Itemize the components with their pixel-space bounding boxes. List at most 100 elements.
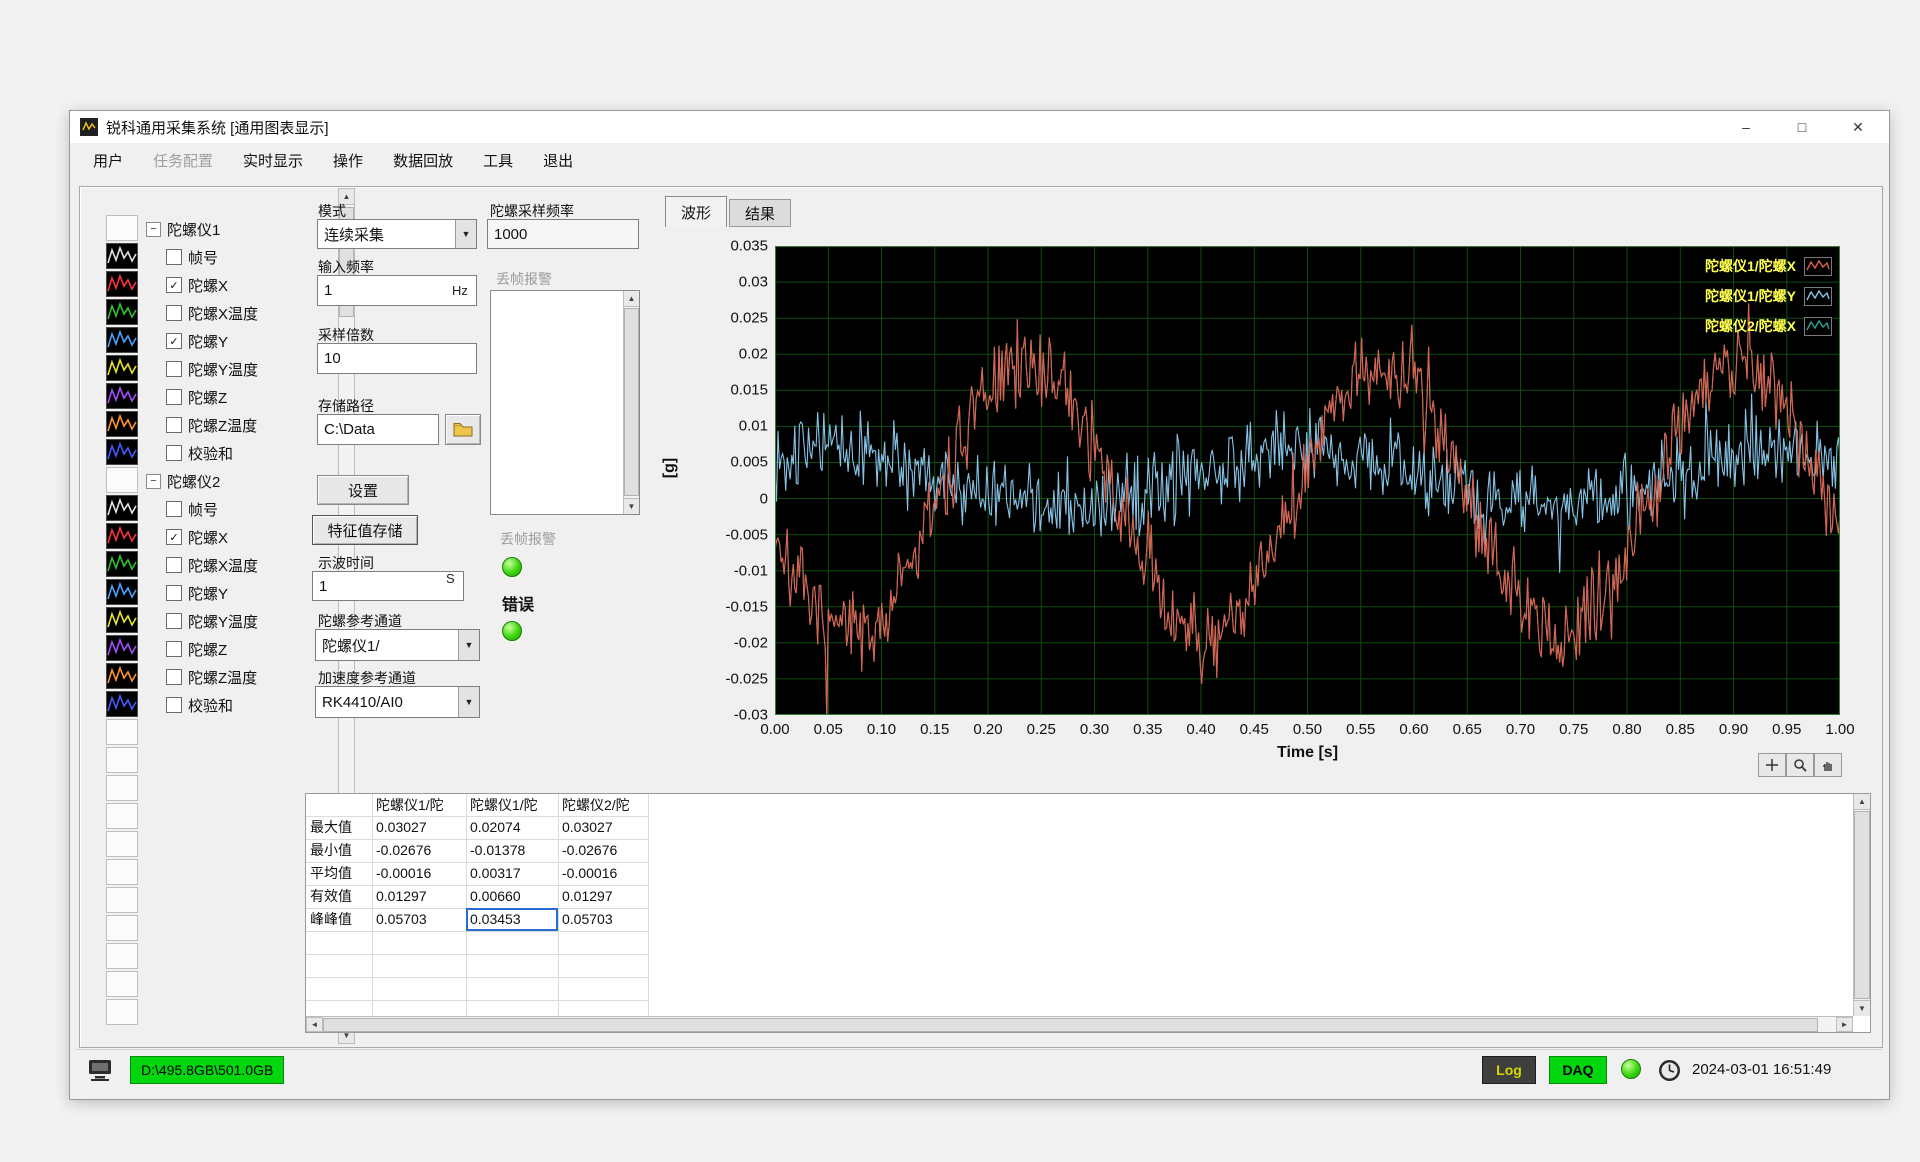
menu-item-3[interactable]: 操作 xyxy=(318,150,378,171)
tree-group[interactable]: −陀螺仪1 xyxy=(144,215,334,243)
tree-channel-label: 陀螺Y xyxy=(188,331,228,352)
table-vscrollbar[interactable]: ▲▼ xyxy=(1853,794,1870,1016)
strip-empty-cell xyxy=(106,915,138,941)
table-cell[interactable]: -0.01378 xyxy=(470,839,525,862)
table-cell[interactable]: 0.00317 xyxy=(470,862,521,885)
expand-toggle-icon[interactable]: − xyxy=(146,474,161,489)
legend-item[interactable]: 陀螺仪1/陀螺Y xyxy=(1460,281,1832,311)
expand-toggle-icon[interactable]: − xyxy=(146,222,161,237)
gyro-ref-combo[interactable]: 陀螺仪1/ ▼ xyxy=(315,629,480,661)
close-button[interactable]: ✕ xyxy=(1835,111,1881,143)
error-label: 错误 xyxy=(502,591,534,615)
scroll-left-icon[interactable]: ◄ xyxy=(306,1017,323,1032)
channel-waveform-icon xyxy=(106,635,138,661)
scroll-up-icon[interactable]: ▲ xyxy=(624,291,639,307)
tree-group[interactable]: −陀螺仪2 xyxy=(144,467,334,495)
channel-checkbox[interactable] xyxy=(166,669,182,685)
channel-checkbox[interactable] xyxy=(166,445,182,461)
scrollbar-thumb[interactable] xyxy=(624,308,639,496)
tree-channel-label: 帧号 xyxy=(188,499,218,520)
scrollbar-thumb[interactable] xyxy=(1854,811,1870,999)
graph-cursor-tool-icon[interactable] xyxy=(1758,753,1786,777)
minimize-button[interactable]: – xyxy=(1723,111,1769,143)
channel-checkbox[interactable]: ✓ xyxy=(166,529,182,545)
sample-mult-field[interactable] xyxy=(317,343,477,374)
channel-checkbox[interactable] xyxy=(166,585,182,601)
menu-item-6[interactable]: 退出 xyxy=(528,150,588,171)
channel-checkbox[interactable] xyxy=(166,613,182,629)
log-button[interactable]: Log xyxy=(1482,1056,1536,1084)
daq-button[interactable]: DAQ xyxy=(1549,1056,1607,1084)
scope-time-field[interactable] xyxy=(312,571,464,601)
channel-checkbox[interactable] xyxy=(166,389,182,405)
table-cell[interactable]: 0.02074 xyxy=(470,816,521,839)
scroll-up-icon[interactable]: ▲ xyxy=(1854,794,1870,810)
maximize-button[interactable]: □ xyxy=(1779,111,1825,143)
strip-empty-cell xyxy=(106,747,138,773)
gyro-rate-field[interactable] xyxy=(487,219,639,249)
scroll-right-icon[interactable]: ► xyxy=(1836,1017,1853,1032)
table-gridline xyxy=(558,794,559,1016)
chevron-down-icon[interactable]: ▼ xyxy=(458,630,479,660)
table-cell[interactable]: 0.01297 xyxy=(562,885,613,908)
x-tick-label: 0.05 xyxy=(814,721,843,738)
table-cell[interactable]: 0.01297 xyxy=(376,885,427,908)
channel-checkbox[interactable]: ✓ xyxy=(166,277,182,293)
channel-waveform-icon xyxy=(106,243,138,269)
channel-checkbox[interactable] xyxy=(166,361,182,377)
channel-checkbox[interactable] xyxy=(166,697,182,713)
table-cell[interactable]: 0.03027 xyxy=(376,816,427,839)
listbox-scrollbar[interactable]: ▲ ▼ xyxy=(623,291,639,514)
tab-result[interactable]: 结果 xyxy=(729,199,791,227)
table-cell[interactable]: -0.00016 xyxy=(562,862,617,885)
channel-checkbox[interactable] xyxy=(166,641,182,657)
chevron-down-icon[interactable]: ▼ xyxy=(455,220,476,248)
table-cell[interactable]: 0.00660 xyxy=(470,885,521,908)
scroll-down-icon[interactable]: ▼ xyxy=(1854,1000,1870,1016)
table-cell[interactable]: -0.02676 xyxy=(562,839,617,862)
channel-checkbox[interactable] xyxy=(166,305,182,321)
tab-waveform[interactable]: 波形 xyxy=(665,196,727,227)
table-cell[interactable]: 0.05703 xyxy=(562,908,613,931)
x-tick-label: 0.15 xyxy=(920,721,949,738)
drop-alarm-listbox[interactable]: ▲ ▼ xyxy=(490,290,640,515)
disk-icon xyxy=(86,1058,116,1087)
menu-item-2[interactable]: 实时显示 xyxy=(228,150,318,171)
table-cell[interactable]: 0.03027 xyxy=(562,816,613,839)
strip-empty-cell xyxy=(106,887,138,913)
tree-channel-label: 陀螺X xyxy=(188,527,228,548)
chevron-down-icon[interactable]: ▼ xyxy=(458,687,479,717)
menu-item-0[interactable]: 用户 xyxy=(78,150,138,171)
scrollbar-thumb[interactable] xyxy=(323,1018,1818,1032)
channel-checkbox[interactable] xyxy=(166,501,182,517)
stats-table[interactable]: 陀螺仪1/陀陀螺仪1/陀陀螺仪2/陀最大值0.030270.020740.030… xyxy=(305,793,1871,1033)
accel-ref-combo[interactable]: RK4410/AI0 ▼ xyxy=(315,686,480,718)
table-cell[interactable]: -0.00016 xyxy=(376,862,431,885)
feature-store-button[interactable]: 特征值存储 xyxy=(312,515,418,545)
y-axis-title: [g] xyxy=(661,458,679,478)
channel-waveform-icon xyxy=(106,411,138,437)
table-cell[interactable]: 0.05703 xyxy=(376,908,427,931)
title-bar[interactable]: 锐科通用采集系统 [通用图表显示] – □ ✕ xyxy=(70,111,1889,144)
channel-checkbox[interactable] xyxy=(166,249,182,265)
channel-checkbox[interactable]: ✓ xyxy=(166,333,182,349)
table-cell[interactable]: -0.02676 xyxy=(376,839,431,862)
legend-item[interactable]: 陀螺仪1/陀螺X xyxy=(1460,251,1832,281)
menu-item-5[interactable]: 工具 xyxy=(468,150,528,171)
browse-folder-button[interactable] xyxy=(445,414,481,445)
x-tick-label: 0.40 xyxy=(1186,721,1215,738)
legend-item[interactable]: 陀螺仪2/陀螺X xyxy=(1460,311,1832,341)
table-row-label: 最大值 xyxy=(310,816,352,839)
scroll-down-icon[interactable]: ▼ xyxy=(624,498,639,514)
graph-zoom-tool-icon[interactable] xyxy=(1786,753,1814,777)
plot-legend: 陀螺仪1/陀螺X陀螺仪1/陀螺Y陀螺仪2/陀螺X xyxy=(1460,251,1832,341)
x-tick-label: 0.10 xyxy=(867,721,896,738)
channel-checkbox[interactable] xyxy=(166,557,182,573)
path-field[interactable] xyxy=(317,414,439,445)
settings-button[interactable]: 设置 xyxy=(317,475,409,505)
table-hscrollbar[interactable]: ◄► xyxy=(306,1016,1853,1032)
mode-combo[interactable]: 连续采集 ▼ xyxy=(317,219,477,249)
menu-item-4[interactable]: 数据回放 xyxy=(378,150,468,171)
channel-checkbox[interactable] xyxy=(166,417,182,433)
graph-pan-tool-icon[interactable] xyxy=(1814,753,1842,777)
